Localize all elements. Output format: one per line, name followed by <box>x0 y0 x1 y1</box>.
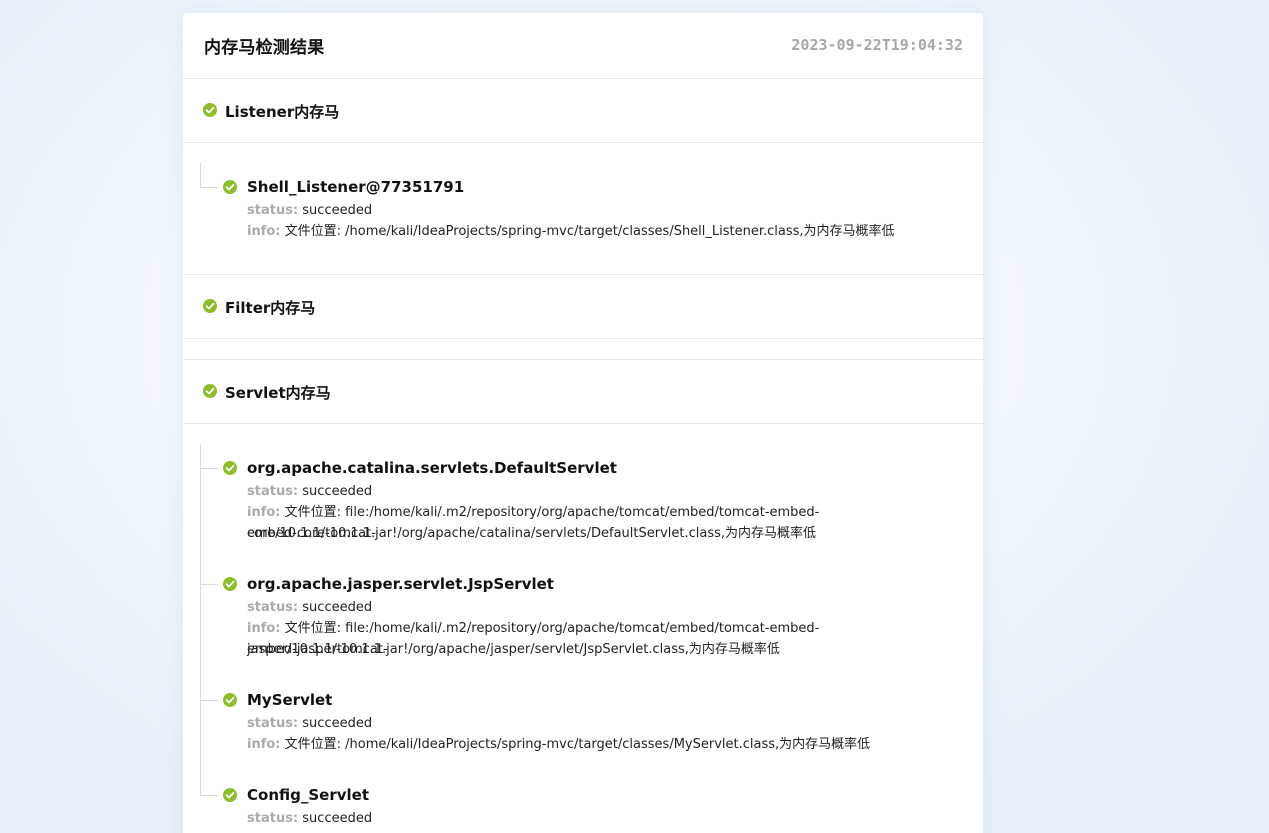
tree-connector <box>200 444 201 796</box>
tree-branch <box>200 700 218 701</box>
section-title: Filter内存马 <box>225 299 316 317</box>
result-card: 内存马检测结果 2023-09-22T19:04:32 Listener内存马 … <box>183 13 983 833</box>
check-circle-icon <box>223 461 237 475</box>
timestamp: 2023-09-22T19:04:32 <box>791 36 963 54</box>
status-value: succeeded <box>302 811 373 826</box>
status-key: status: <box>247 484 299 499</box>
section-header-listener[interactable]: Listener内存马 <box>183 79 983 143</box>
check-circle-icon <box>223 577 237 591</box>
page-background: 内存马检测结果 2023-09-22T19:04:32 Listener内存马 … <box>0 0 1269 833</box>
info-key: info: <box>247 224 281 239</box>
check-circle-icon <box>203 299 217 313</box>
status-key: status: <box>247 811 299 826</box>
section-header-filter[interactable]: Filter内存马 <box>183 275 983 339</box>
item-name: Config_Servlet <box>247 786 369 804</box>
section-title: Listener内存马 <box>225 103 340 121</box>
section-title: Servlet内存马 <box>225 384 331 402</box>
info-value: 文件位置: /home/kali/IdeaProjects/spring-mvc… <box>284 224 895 239</box>
status-value: succeeded <box>302 600 373 615</box>
tree-branch <box>200 795 218 796</box>
item-info-row: info: 文件位置: /home/kali/IdeaProjects/spri… <box>247 221 947 242</box>
section-header-servlet[interactable]: Servlet内存马 <box>183 360 983 424</box>
item-info-row-continued: embed-jasper-10.1.1.jar!/org/apache/jasp… <box>247 639 947 660</box>
status-value: succeeded <box>302 484 373 499</box>
info-key: info: <box>247 737 281 752</box>
status-key: status: <box>247 716 299 731</box>
status-value: succeeded <box>302 716 373 731</box>
tree-branch <box>200 468 218 469</box>
item-status-row: status: succeeded <box>247 597 947 618</box>
item-name: MyServlet <box>247 691 333 709</box>
section-body-listener: Shell_Listener@77351791 status: succeede… <box>183 143 983 275</box>
tree-branch <box>200 187 218 188</box>
item-info-row: info: 文件位置: /home/kali/IdeaProjects/spri… <box>247 734 947 755</box>
check-circle-icon <box>223 693 237 707</box>
info-value-continued: embed-jasper-10.1.1.jar!/org/apache/jasp… <box>247 642 780 657</box>
status-key: status: <box>247 203 299 218</box>
tree-connector <box>200 163 201 188</box>
card-header: 内存马检测结果 2023-09-22T19:04:32 <box>183 13 983 79</box>
item-name: Shell_Listener@77351791 <box>247 178 465 196</box>
info-value-continued: embed-core-10.1.1.jar!/org/apache/catali… <box>247 526 817 541</box>
section-body-filter <box>183 339 983 360</box>
info-value: 文件位置: /home/kali/IdeaProjects/spring-mvc… <box>284 737 871 752</box>
item-status-row: status: succeeded <box>247 713 947 734</box>
item-name: org.apache.jasper.servlet.JspServlet <box>247 575 554 593</box>
check-circle-icon <box>203 384 217 398</box>
tree-branch <box>200 584 218 585</box>
section-body-servlet: org.apache.catalina.servlets.DefaultServ… <box>183 424 983 833</box>
status-key: status: <box>247 600 299 615</box>
check-circle-icon <box>203 103 217 117</box>
item-name: org.apache.catalina.servlets.DefaultServ… <box>247 459 617 477</box>
page-title: 内存马检测结果 <box>204 38 325 58</box>
item-status-row: status: succeeded <box>247 808 947 829</box>
info-key: info: <box>247 505 281 520</box>
check-circle-icon <box>223 788 237 802</box>
item-info-row-continued: embed-core-10.1.1.jar!/org/apache/catali… <box>247 523 947 544</box>
item-status-row: status: succeeded <box>247 481 947 502</box>
info-key: info: <box>247 621 281 636</box>
status-value: succeeded <box>302 203 373 218</box>
item-status-row: status: succeeded <box>247 200 947 221</box>
check-circle-icon <box>223 180 237 194</box>
